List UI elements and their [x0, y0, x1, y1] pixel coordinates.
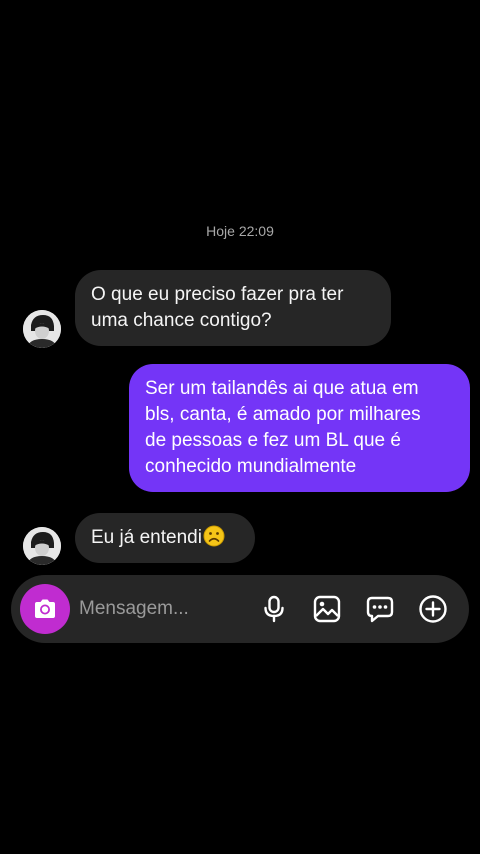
microphone-button[interactable] [259, 594, 289, 624]
incoming-message[interactable]: O que eu preciso fazer pra ter uma chanc… [75, 270, 391, 346]
contact-avatar[interactable] [23, 310, 61, 348]
sticker-button[interactable] [365, 594, 395, 624]
message-composer [11, 575, 469, 643]
sticker-icon [365, 594, 395, 624]
message-timestamp: Hoje 22:09 [206, 223, 274, 239]
gallery-button[interactable] [312, 594, 342, 624]
message-text: Eu já entendi [91, 527, 202, 548]
camera-button[interactable] [20, 584, 70, 634]
outgoing-message[interactable]: Ser um tailandês ai que atua em bls, can… [129, 364, 470, 492]
incoming-message[interactable]: Eu já entendi [75, 513, 255, 563]
plus-icon [418, 594, 448, 624]
message-input[interactable] [79, 593, 249, 625]
add-button[interactable] [418, 594, 448, 624]
gallery-icon [312, 594, 342, 624]
microphone-icon [259, 594, 289, 624]
contact-avatar[interactable] [23, 527, 61, 565]
sad-face-emoji [203, 525, 225, 547]
